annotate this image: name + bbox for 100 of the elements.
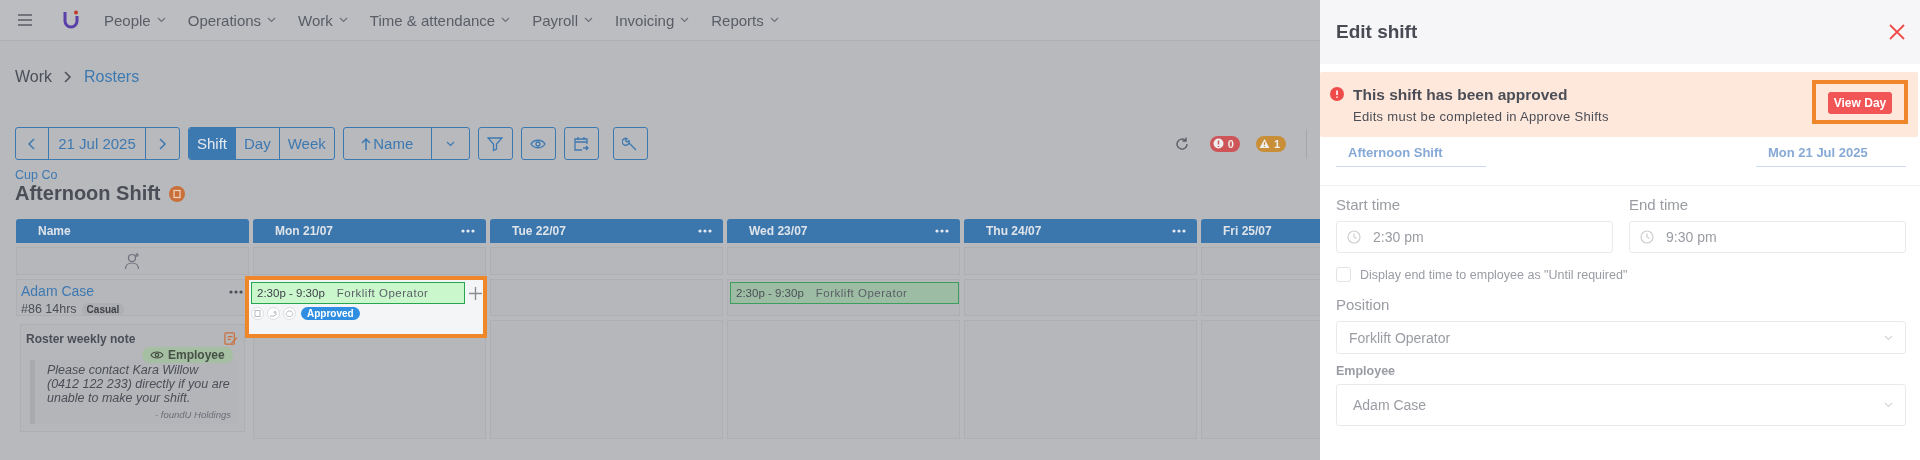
close-button[interactable] bbox=[1888, 23, 1906, 41]
refresh-icon bbox=[1173, 135, 1190, 152]
time-field[interactable]: 2:30 pm bbox=[1336, 221, 1613, 253]
caret-icon bbox=[680, 17, 690, 23]
position-select[interactable]: Forklift Operator bbox=[1336, 321, 1906, 354]
caret-icon bbox=[769, 17, 779, 23]
settings-button[interactable] bbox=[612, 127, 648, 160]
view-tab[interactable]: Shift bbox=[189, 128, 236, 159]
note-title: Roster weekly note bbox=[26, 331, 136, 346]
more-icon bbox=[460, 228, 476, 234]
calendar-arrow-icon bbox=[573, 135, 590, 152]
shift-name-field[interactable]: Afternoon Shift bbox=[1336, 137, 1486, 167]
alert-message: Edits must be completed in Approve Shifts bbox=[1353, 108, 1610, 124]
calendar-export-button[interactable] bbox=[563, 127, 599, 160]
view-tab[interactable]: Day bbox=[236, 128, 280, 159]
hand-coin-icon bbox=[267, 307, 280, 320]
checkbox-label: Display end time to employee as "Until required" bbox=[1360, 267, 1628, 282]
menu-icon[interactable] bbox=[18, 14, 32, 26]
column-title: Mon 21/07 bbox=[275, 224, 334, 238]
more-icon bbox=[1171, 228, 1187, 234]
note-text: Please contact Kara Willow (0412 122 233) directly if you are unable to make your shift. bbox=[47, 363, 231, 405]
caret-icon bbox=[338, 17, 348, 23]
caret-icon bbox=[267, 17, 277, 23]
note-icon bbox=[251, 307, 264, 320]
chevron-right-icon bbox=[158, 137, 167, 150]
caret-icon bbox=[156, 17, 166, 23]
field-label: Start time bbox=[1336, 196, 1402, 213]
plus-icon[interactable] bbox=[469, 286, 482, 300]
caret-icon bbox=[501, 17, 511, 23]
status-badge: Approved bbox=[301, 307, 360, 320]
nav-menu-item[interactable]: Invoicing bbox=[615, 11, 690, 29]
warning-count-badge[interactable]: 1 bbox=[1255, 135, 1286, 152]
add-person-icon[interactable] bbox=[123, 252, 142, 270]
visibility-badge: Employee bbox=[142, 347, 233, 363]
employment-tag: Casual bbox=[81, 302, 125, 316]
breadcrumb-item: Work bbox=[15, 68, 53, 86]
more-button[interactable] bbox=[228, 289, 244, 295]
column-title: Thu 24/07 bbox=[986, 224, 1042, 238]
nav-menu-item[interactable]: Reports bbox=[711, 11, 779, 29]
money-bag-icon bbox=[283, 307, 296, 320]
note-badge-icon bbox=[168, 185, 185, 202]
shift-time: 2:30p - 9:30p bbox=[736, 287, 804, 299]
shift-time: 2:30p - 9:30p bbox=[257, 287, 325, 299]
panel-title: Edit shift bbox=[1336, 21, 1418, 43]
note-signature: - foundU Holdings bbox=[153, 409, 231, 420]
caret-icon bbox=[1884, 334, 1893, 341]
exclamation-icon bbox=[1212, 138, 1224, 149]
chevron-right-icon bbox=[64, 71, 73, 83]
column-title: Tue 22/07 bbox=[512, 224, 566, 238]
caret-icon bbox=[445, 140, 455, 147]
column-title: Wed 23/07 bbox=[749, 224, 808, 238]
checkbox[interactable] bbox=[1336, 267, 1351, 282]
shift-block[interactable]: 2:30p - 9:30p Forklift Operator bbox=[730, 282, 959, 304]
field-label: End time bbox=[1629, 196, 1690, 213]
nav-menu-item[interactable]: People bbox=[104, 11, 166, 29]
nav-menu-item[interactable]: Operations bbox=[187, 11, 277, 29]
alert-icon bbox=[1330, 87, 1344, 101]
nav-menu-item[interactable]: Time & attendance bbox=[369, 11, 511, 29]
employee-info: #86 14hrs bbox=[21, 302, 77, 316]
clock-icon bbox=[1640, 230, 1654, 244]
error-count-badge[interactable]: 0 bbox=[1209, 135, 1240, 152]
clock-icon bbox=[1347, 230, 1361, 244]
close-icon bbox=[1888, 23, 1906, 41]
arrow-up-icon bbox=[361, 136, 372, 151]
more-button[interactable] bbox=[1171, 228, 1187, 234]
company-name: Cup Co bbox=[15, 168, 59, 182]
view-tab[interactable]: Week bbox=[279, 128, 334, 159]
date-picker[interactable]: 21 Jul 2025 bbox=[49, 128, 146, 159]
more-button[interactable] bbox=[460, 228, 476, 234]
breadcrumb-link[interactable]: Rosters bbox=[84, 68, 140, 86]
edit-icon bbox=[224, 331, 239, 346]
time-field[interactable]: 9:30 pm bbox=[1629, 221, 1906, 253]
employee-name[interactable]: Adam Case bbox=[21, 283, 125, 299]
shift-position: Forklift Operator bbox=[336, 287, 429, 299]
filter-button[interactable] bbox=[477, 127, 513, 160]
more-button[interactable] bbox=[934, 228, 950, 234]
field-label: Position bbox=[1336, 296, 1391, 313]
employee-select[interactable]: Adam Case bbox=[1336, 384, 1906, 426]
caret-icon bbox=[584, 17, 594, 23]
shift-position: Forklift Operator bbox=[815, 287, 908, 299]
caret-icon bbox=[1884, 402, 1893, 408]
more-button[interactable] bbox=[697, 228, 713, 234]
visibility-button[interactable] bbox=[520, 127, 556, 160]
roster-title: Afternoon Shift bbox=[15, 182, 161, 205]
nav-menu-item[interactable]: Work bbox=[298, 11, 348, 29]
nav-menu-item[interactable]: Payroll bbox=[532, 11, 594, 29]
logo-icon[interactable] bbox=[62, 10, 80, 30]
filter-icon bbox=[487, 135, 504, 152]
alert-title: This shift has been approved bbox=[1353, 85, 1569, 104]
eye-icon bbox=[150, 349, 164, 361]
column-title: Name bbox=[38, 224, 71, 238]
view-day-button[interactable]: View Day bbox=[1827, 91, 1893, 114]
shift-block[interactable]: 2:30p - 9:30p Forklift Operator bbox=[251, 282, 465, 304]
warning-icon bbox=[1258, 138, 1270, 149]
date-field[interactable]: Mon 21 Jul 2025 bbox=[1756, 137, 1906, 167]
more-icon bbox=[934, 228, 950, 234]
wrench-icon bbox=[622, 135, 639, 152]
more-icon bbox=[697, 228, 713, 234]
field-label: Employee bbox=[1336, 364, 1397, 378]
chevron-left-icon bbox=[28, 137, 36, 150]
